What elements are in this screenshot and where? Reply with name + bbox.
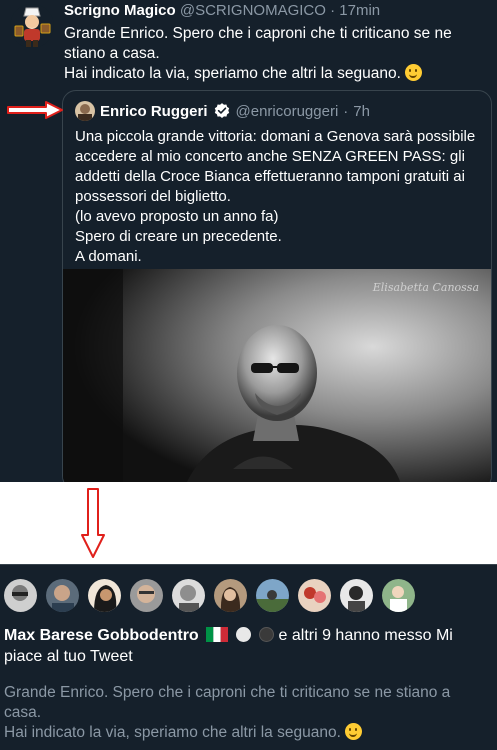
tweet-text: Grande Enrico. Spero che i caproni che t… [64,24,484,84]
verified-badge-icon [214,103,229,118]
italy-flag-icon [206,627,229,642]
liker-name[interactable]: Max Barese Gobbodentro [4,627,199,644]
like-notification[interactable]: Max Barese Gobbodentro e altri 9 hanno m… [0,564,497,750]
avatar-photo-icon [256,579,289,612]
concert-portrait-image [63,269,491,482]
avatar-photo-icon [4,579,37,612]
liked-tweet-line: Hai indicato la via, speriamo che altri … [4,724,341,741]
liker-avatar[interactable] [340,579,373,612]
quoted-text-line: (lo avevo proposto un anno fa) [75,208,279,225]
avatar-photo-icon [130,579,163,612]
avatar-photo-icon [75,101,95,121]
liker-avatars [4,579,415,612]
liker-avatar[interactable] [214,579,247,612]
quoted-text-line: A domani. [75,248,142,265]
avatar-photo-icon [340,579,373,612]
quoted-author-name: Enrico Ruggeri [100,102,208,120]
notification-text: Max Barese Gobbodentro e altri 9 hanno m… [4,625,494,667]
liker-avatar[interactable] [256,579,289,612]
tweet-timestamp[interactable]: 17min [339,2,380,19]
black-circle-icon [259,627,275,642]
tweet-text-line: Grande Enrico. Spero che i caproni che t… [64,25,452,62]
quoted-author-handle: @enricoruggeri [235,102,339,120]
quoted-tweet-header: Enrico Ruggeri @enricoruggeri · 7h [75,101,370,121]
avatar-photo-icon [382,579,415,612]
liker-avatar[interactable] [298,579,331,612]
quoted-tweet-photo[interactable]: Elisabetta Canossa [63,269,491,482]
tweet-author-avatar[interactable] [10,4,54,48]
avatar-photo-icon [46,579,79,612]
liker-avatar[interactable] [88,579,121,612]
annotation-arrow-right-icon [7,101,63,119]
photo-signature: Elisabetta Canossa [372,281,479,294]
avatar-photo-icon [214,579,247,612]
liked-tweet-line: Grande Enrico. Spero che i caproni che t… [4,684,451,721]
tweet-text-line: Hai indicato la via, speriamo che altri … [64,65,401,82]
liker-avatar[interactable] [172,579,205,612]
liked-tweet-preview[interactable]: Grande Enrico. Spero che i caproni che t… [4,683,484,743]
quoted-tweet-text: Una piccola grande vittoria: domani a Ge… [75,127,485,267]
annotation-arrow-down-icon [81,488,105,558]
header-separator: · [330,2,336,19]
liker-avatar[interactable] [46,579,79,612]
magician-mascot-icon [10,4,54,48]
quoted-tweet[interactable]: Enrico Ruggeri @enricoruggeri · 7h Una p… [62,90,492,482]
quoted-author-avatar [75,101,95,121]
smile-emoji-icon [345,723,363,740]
liker-avatar[interactable] [382,579,415,612]
tweet-author-handle[interactable]: @SCRIGNOMAGICO [180,2,326,19]
white-circle-icon [235,627,251,642]
tweet-header: Scrigno Magico @SCRIGNOMAGICO · 17min [64,2,380,19]
liker-avatar[interactable] [4,579,37,612]
quoted-timestamp: 7h [353,102,370,120]
quoted-text-line: Spero di creare un precedente. [75,228,282,245]
liker-avatar[interactable] [130,579,163,612]
avatar-photo-icon [172,579,205,612]
header-separator: · [343,102,349,120]
separator-gap [0,482,497,564]
tweet-author-name[interactable]: Scrigno Magico [64,2,176,19]
tweet-panel: Scrigno Magico @SCRIGNOMAGICO · 17min Gr… [0,0,497,482]
quoted-text-line: Una piccola grande vittoria: domani a Ge… [75,128,476,205]
avatar-photo-icon [298,579,331,612]
avatar-photo-icon [88,579,121,612]
smile-emoji-icon [405,64,423,81]
